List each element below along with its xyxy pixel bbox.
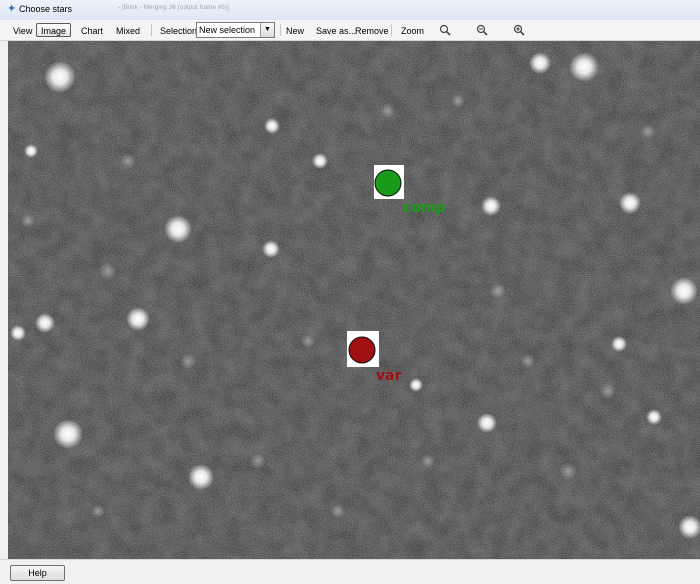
- new-selection-button[interactable]: New: [283, 23, 305, 37]
- toolbar-separator: [151, 24, 152, 36]
- view-label: View: [13, 26, 33, 36]
- star[interactable]: [262, 240, 280, 258]
- var-marker-circle[interactable]: [348, 336, 376, 364]
- faint-star[interactable]: [180, 353, 196, 369]
- star[interactable]: [53, 419, 83, 449]
- star[interactable]: [569, 52, 599, 82]
- toolbar: View Image Chart Mixed Selection New Sav…: [0, 20, 700, 41]
- zoom-out-icon[interactable]: [476, 24, 488, 36]
- faint-star[interactable]: [451, 94, 465, 108]
- star[interactable]: [646, 409, 662, 425]
- star-image-canvas[interactable]: [8, 41, 700, 559]
- toolbar-separator: [280, 24, 281, 36]
- app-star-icon: ✦: [7, 3, 17, 15]
- mixed-mode-button[interactable]: Mixed: [113, 23, 143, 37]
- star[interactable]: [35, 313, 55, 333]
- faint-star[interactable]: [381, 104, 395, 118]
- faint-star[interactable]: [421, 454, 435, 468]
- zoom-label: Zoom: [401, 26, 425, 36]
- faint-star[interactable]: [301, 334, 315, 348]
- star[interactable]: [188, 464, 214, 490]
- image-mode-button[interactable]: Image: [36, 23, 71, 37]
- comp-marker-circle[interactable]: [374, 169, 402, 197]
- var-marker-label: var: [376, 368, 402, 384]
- window-left-border: [0, 41, 8, 559]
- status-bar: [0, 559, 700, 584]
- star[interactable]: [619, 192, 641, 214]
- window-subtitle: - [Blink - Merging 36 (output frame #5)]: [118, 5, 230, 11]
- star[interactable]: [670, 277, 698, 305]
- faint-star[interactable]: [559, 462, 577, 480]
- star[interactable]: [611, 336, 627, 352]
- title-bar: ✦ Choose stars - [Blink - Merging 36 (ou…: [0, 0, 700, 21]
- faint-star[interactable]: [521, 354, 535, 368]
- window-title: Choose stars: [19, 4, 73, 14]
- help-button[interactable]: Help: [10, 565, 65, 581]
- selection-label: Selection: [160, 26, 198, 36]
- star[interactable]: [529, 52, 551, 74]
- star[interactable]: [409, 378, 423, 392]
- star[interactable]: [10, 325, 26, 341]
- star[interactable]: [312, 153, 328, 169]
- remove-button[interactable]: Remove: [352, 23, 389, 37]
- star[interactable]: [264, 118, 280, 134]
- star-field: [8, 41, 700, 559]
- comp-marker-label: comp: [403, 200, 446, 216]
- faint-star[interactable]: [641, 124, 655, 138]
- selection-dropdown-value: New selection: [199, 25, 256, 35]
- faint-star[interactable]: [120, 153, 136, 169]
- faint-star[interactable]: [490, 283, 506, 299]
- star[interactable]: [477, 413, 497, 433]
- var-marker[interactable]: [347, 331, 379, 367]
- star[interactable]: [44, 61, 76, 93]
- faint-star[interactable]: [99, 262, 117, 280]
- zoom-fit-icon[interactable]: [439, 24, 451, 36]
- zoom-in-icon[interactable]: [513, 24, 525, 36]
- star[interactable]: [481, 196, 501, 216]
- faint-star[interactable]: [250, 453, 266, 469]
- save-as-button[interactable]: Save as...: [313, 23, 356, 37]
- faint-star[interactable]: [331, 504, 345, 518]
- faint-star[interactable]: [91, 504, 105, 518]
- star[interactable]: [126, 307, 150, 331]
- star[interactable]: [164, 215, 192, 243]
- chart-mode-button[interactable]: Chart: [78, 23, 104, 37]
- faint-star[interactable]: [600, 383, 616, 399]
- faint-star[interactable]: [21, 214, 35, 228]
- sky-noise: [8, 41, 700, 559]
- star[interactable]: [24, 144, 38, 158]
- selection-dropdown[interactable]: New selection ▼: [196, 22, 275, 38]
- dropdown-arrow-icon[interactable]: ▼: [260, 23, 274, 37]
- comp-marker[interactable]: [374, 165, 404, 199]
- toolbar-separator: [391, 24, 392, 36]
